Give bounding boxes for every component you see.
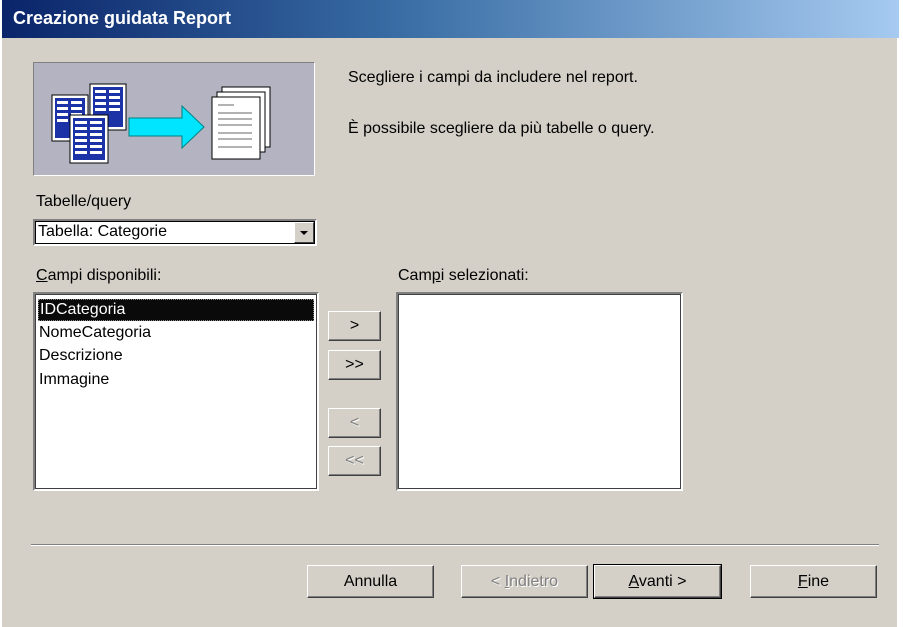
list-item[interactable]: IDCategoria xyxy=(38,299,314,321)
add-all-fields-button[interactable]: >> xyxy=(328,350,381,380)
instruction-line-1: Scegliere i campi da includere nel repor… xyxy=(348,69,638,86)
selected-fields-hotkey: p xyxy=(431,267,441,284)
finish-label-post: ine xyxy=(807,573,830,590)
window-title: Creazione guidata Report xyxy=(13,8,232,28)
selected-fields-label-post: i selezionati: xyxy=(440,267,529,284)
available-fields-list[interactable]: IDCategoria NomeCategoria Descrizione Im… xyxy=(33,292,319,491)
finish-hotkey: F xyxy=(797,573,808,590)
dropdown-button[interactable] xyxy=(294,222,314,243)
footer-separator xyxy=(31,544,879,546)
finish-label: Fine xyxy=(798,573,829,590)
remove-all-fields-button[interactable]: << xyxy=(328,446,381,476)
remove-field-button[interactable]: < xyxy=(328,408,381,438)
next-hotkey: A xyxy=(628,573,639,590)
back-button[interactable]: < Indietro xyxy=(461,565,588,598)
tables-queries-value: Tabella: Categorie xyxy=(38,223,167,240)
available-fields-label-text: ampi disponibili: xyxy=(47,267,162,284)
list-item[interactable]: Immagine xyxy=(38,369,109,391)
next-label: Avanti > xyxy=(629,573,687,590)
available-fields-hotkey: C xyxy=(36,267,48,284)
remove-all-fields-label: << xyxy=(345,452,364,469)
add-all-fields-label: >> xyxy=(345,356,364,373)
list-item[interactable]: NomeCategoria xyxy=(38,322,151,344)
back-label: < Indietro xyxy=(491,573,558,590)
selected-fields-label-pre: Cam xyxy=(398,267,432,284)
selected-fields-label: Campi selezionati: xyxy=(398,267,529,285)
instruction-line-2: È possibile scegliere da più tabelle o q… xyxy=(348,120,655,137)
back-label-post: ndietro xyxy=(509,573,559,590)
add-field-button[interactable]: > xyxy=(328,311,381,341)
cancel-label: Annulla xyxy=(343,573,398,590)
add-field-label: > xyxy=(349,317,360,334)
next-button[interactable]: Avanti > xyxy=(593,564,722,599)
finish-button[interactable]: Fine xyxy=(750,565,877,598)
dropdown-arrow-icon xyxy=(300,231,308,235)
available-fields-label: Campi disponibili: xyxy=(36,267,161,285)
next-label-post: vanti > xyxy=(638,573,687,590)
list-item[interactable]: Descrizione xyxy=(38,345,123,367)
tables-queries-select[interactable]: Tabella: Categorie xyxy=(33,219,317,246)
selected-fields-list[interactable] xyxy=(396,292,683,491)
report-wizard-dialog: Creazione guidata Report Scegliere i cam… xyxy=(0,0,899,627)
tables-to-report-icon xyxy=(51,83,271,164)
tables-queries-label: Tabelle/query xyxy=(36,193,132,210)
remove-field-label: < xyxy=(349,414,360,431)
back-label-pre: < xyxy=(490,573,505,590)
title-bar[interactable]: Creazione guidata Report xyxy=(2,0,899,38)
wizard-illustration xyxy=(33,62,315,176)
cancel-button[interactable]: Annulla xyxy=(307,565,434,598)
